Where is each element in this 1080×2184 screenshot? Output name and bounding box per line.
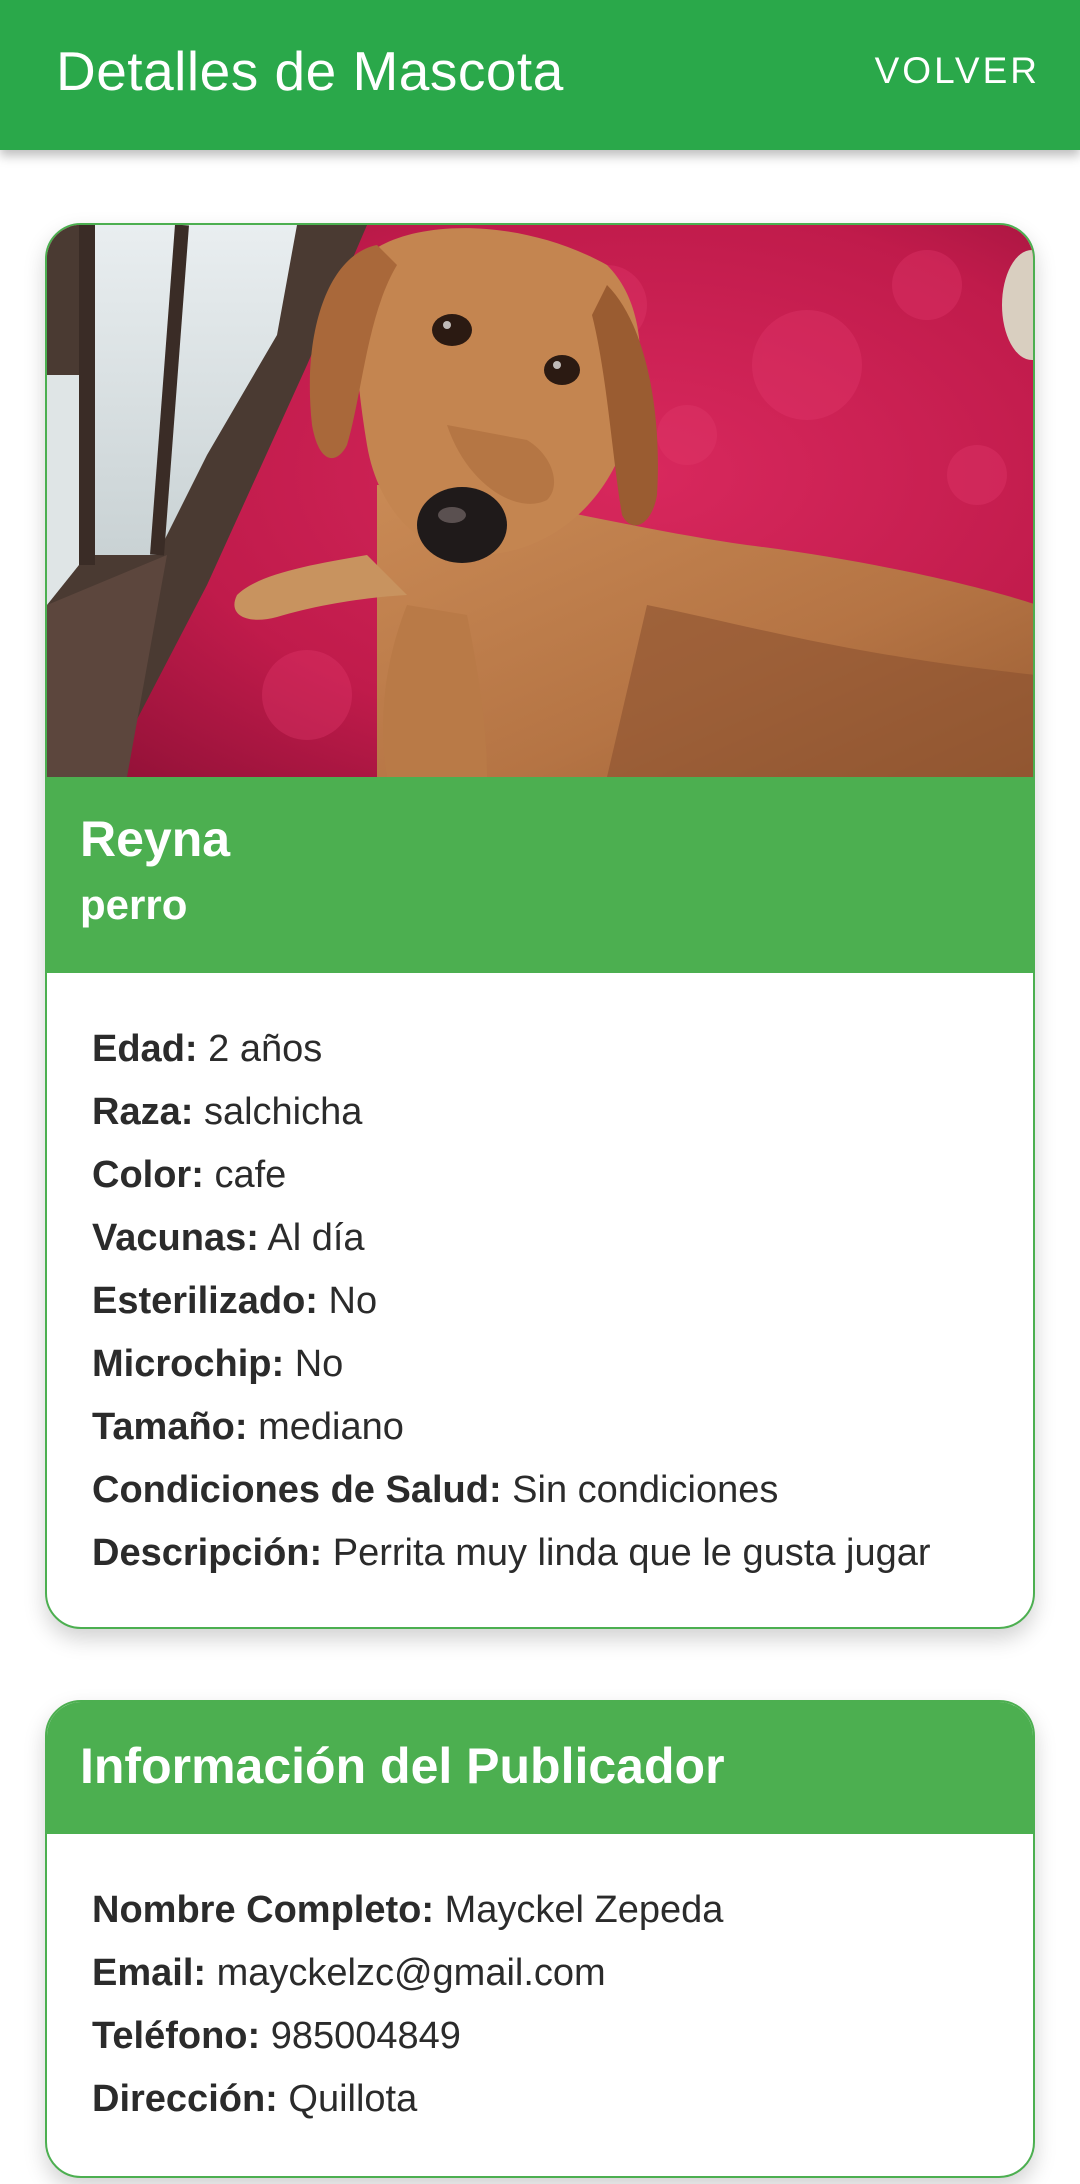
detail-row-description: Descripción: Perrita muy linda que le gu… (92, 1532, 931, 1574)
detail-row-color: Color: cafe (92, 1154, 287, 1196)
owner-row-email: Email: mayckelzc@gmail.com (92, 1952, 606, 1994)
owner-details: Nombre Completo: Mayckel Zepeda Email: m… (47, 1834, 1033, 2131)
detail-row-health: Condiciones de Salud: Sin condiciones (92, 1469, 779, 1511)
detail-row-microchip: Microchip: No (92, 1343, 344, 1385)
detail-row-age: Edad: 2 años (92, 1028, 323, 1070)
owner-row-phone: Teléfono: 985004849 (92, 2015, 461, 2057)
owner-row-name: Nombre Completo: Mayckel Zepeda (92, 1889, 724, 1931)
owner-header: Información del Publicador (47, 1702, 1033, 1834)
pet-header: Reyna perro (47, 777, 1033, 973)
detail-row-vaccines: Vacunas: Al día (92, 1217, 365, 1259)
pet-species: perro (80, 881, 188, 928)
pet-name: Reyna (80, 811, 231, 867)
app-bar: Detalles de Mascota VOLVER (0, 0, 1080, 150)
pet-card: Reyna perro Edad: 2 años Raza: salchicha… (45, 223, 1035, 1629)
owner-card: Información del Publicador Nombre Comple… (45, 1700, 1035, 2178)
detail-row-sterilized: Esterilizado: No (92, 1280, 378, 1322)
pet-details: Edad: 2 años Raza: salchicha Color: cafe… (47, 973, 1033, 1585)
detail-row-breed: Raza: salchicha (92, 1091, 363, 1133)
back-button[interactable]: VOLVER (875, 50, 1040, 92)
detail-row-size: Tamaño: mediano (92, 1406, 404, 1448)
page-title: Detalles de Mascota (56, 40, 564, 102)
pet-photo (47, 225, 1033, 777)
owner-row-address: Dirección: Quillota (92, 2078, 418, 2120)
